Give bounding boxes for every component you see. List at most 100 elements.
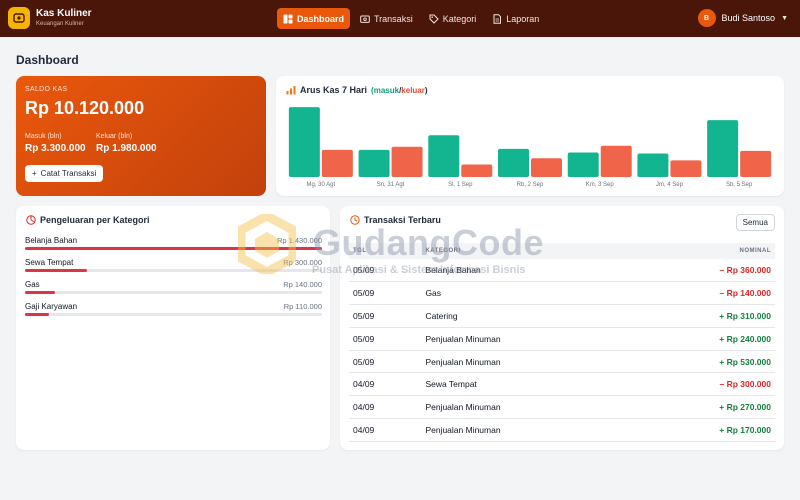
arus-kas-card: Mg, 30 Agt Sn, 31 Agt Sl, 1 Sep Rb, 2 Sep Km… — [276, 76, 784, 196]
bar-masuk-0 — [288, 107, 320, 177]
nav-laporan[interactable]: Laporan — [486, 8, 545, 29]
kategori-bar-fill — [25, 291, 55, 294]
x-tick-label: Sl, 1 Sep — [448, 182, 473, 188]
user-name: Budi Santoso — [721, 13, 776, 23]
kategori-name: Gas — [25, 280, 40, 289]
x-tick-label: Sn, 31 Agt — [377, 182, 405, 188]
transaksi-table: TGL KATEGORI NOMINAL 05/09 Belanja Bahan –… — [349, 243, 775, 442]
bar-keluar-0 — [321, 149, 353, 177]
brand[interactable]: Kas Kuliner Keuangan Kuliner — [8, 7, 92, 29]
transaksi-title: Transaksi Terbaru — [350, 215, 441, 225]
x-tick-label: Jm, 4 Sep — [656, 182, 684, 188]
transaksi-category: Belanja Bahan — [421, 259, 628, 283]
table-row[interactable]: 05/09 Gas – Rp 140.000 — [349, 281, 775, 306]
bar-keluar-6 — [740, 150, 772, 177]
legend-close: ) — [424, 86, 428, 95]
clock-icon — [350, 215, 360, 225]
bar-masuk-4 — [567, 152, 599, 177]
saldo-label: SALDO KAS — [25, 86, 68, 93]
transaksi-amount: – Rp 300.000 — [627, 372, 775, 397]
kategori-bar-track — [25, 313, 322, 316]
transaksi-terbaru-card: Transaksi Terbaru Semua TGL KATEGORI NOM… — [340, 206, 784, 450]
transaksi-amount: + Rp 170.000 — [627, 418, 775, 442]
table-row[interactable]: 05/09 Belanja Bahan – Rp 360.000 — [349, 259, 775, 283]
catat-transaksi-button[interactable]: + Catat Transaksi — [25, 165, 104, 182]
kategori-bar-track — [25, 269, 322, 272]
arus-kas-title-text: Arus Kas 7 Hari — [300, 85, 368, 95]
transaksi-amount: + Rp 530.000 — [627, 350, 775, 374]
legend-keluar: keluar — [401, 86, 425, 95]
main-nav: Dashboard Transaksi Kategori Laporan — [277, 8, 545, 29]
dashboard-icon — [283, 14, 293, 23]
x-tick-label: Sb, 5 Sep — [726, 182, 753, 188]
transaksi-date: 05/09 — [349, 259, 422, 283]
transaksi-title-text: Transaksi Terbaru — [364, 215, 441, 225]
transaksi-amount: – Rp 140.000 — [627, 281, 775, 306]
bar-masuk-5 — [637, 153, 669, 177]
bar-chart-icon — [286, 86, 296, 95]
transaksi-category: Gas — [421, 281, 628, 306]
column-header-kategori: KATEGORI — [421, 243, 628, 259]
bar-keluar-3 — [531, 158, 562, 177]
saldo-card: SALDO KAS Rp 10.120.000 Masuk (bln) Rp 3… — [16, 76, 266, 196]
table-row[interactable]: 04/09 Penjualan Minuman + Rp 270.000 — [349, 395, 775, 420]
transaksi-category: Sewa Tempat — [421, 372, 628, 397]
bar-keluar-1 — [391, 146, 423, 177]
keluar-value: Rp 1.980.000 — [96, 143, 157, 154]
nav-transaksi[interactable]: Transaksi — [354, 8, 419, 29]
kategori-item: Gas Rp 140.000 — [25, 280, 322, 294]
bar-masuk-6 — [707, 120, 739, 177]
transaksi-amount: + Rp 270.000 — [627, 395, 775, 420]
masuk-summary: Masuk (bln) Rp 3.300.000 — [25, 133, 86, 154]
nav-dashboard-label: Dashboard — [297, 13, 345, 24]
app-subtitle: Keuangan Kuliner — [36, 20, 84, 27]
bar-keluar-5 — [670, 160, 702, 177]
table-row[interactable]: 04/09 Penjualan Minuman + Rp 170.000 — [349, 418, 775, 442]
transaksi-date: 05/09 — [349, 327, 422, 351]
transaksi-date: 04/09 — [349, 372, 422, 397]
keluar-summary: Keluar (bln) Rp 1.980.000 — [96, 133, 157, 154]
transaksi-date: 05/09 — [349, 304, 422, 328]
kategori-bar-track — [25, 291, 322, 294]
arus-kas-title: Arus Kas 7 Hari (masuk/keluar) — [286, 85, 428, 95]
x-tick-label: Rb, 2 Sep — [517, 182, 544, 188]
table-row[interactable]: 04/09 Sewa Tempat – Rp 300.000 — [349, 372, 775, 397]
kategori-amount: Rp 140.000 — [283, 280, 322, 289]
table-row[interactable]: 05/09 Penjualan Minuman + Rp 240.000 — [349, 327, 775, 351]
kategori-bar-track — [25, 247, 322, 250]
transaksi-category: Catering — [421, 304, 628, 328]
bar-masuk-1 — [358, 149, 390, 177]
tag-icon — [429, 14, 439, 24]
app-title: Kas Kuliner — [36, 7, 92, 19]
kategori-amount: Rp 110.000 — [283, 302, 322, 311]
user-menu[interactable]: B Budi Santoso ▼ — [697, 9, 788, 27]
transaksi-amount: + Rp 240.000 — [627, 327, 775, 351]
transaksi-amount: – Rp 360.000 — [627, 259, 775, 283]
table-row[interactable]: 05/09 Penjualan Minuman + Rp 530.000 — [349, 350, 775, 374]
transaksi-date: 04/09 — [349, 395, 422, 420]
bar-masuk-2 — [428, 135, 460, 177]
wallet-logo-icon — [8, 7, 30, 29]
column-header-nominal: NOMINAL — [627, 243, 775, 259]
nav-dashboard[interactable]: Dashboard — [277, 8, 351, 29]
transaksi-table-body: 05/09 Belanja Bahan – Rp 360.000 05/09 Gas – … — [349, 259, 775, 442]
nav-kategori-label: Kategori — [442, 13, 477, 24]
x-tick-label: Mg, 30 Agt — [307, 182, 336, 188]
wallet-icon — [360, 15, 370, 23]
kategori-title: Pengeluaran per Kategori — [26, 215, 150, 225]
semua-button[interactable]: Semua — [735, 214, 775, 231]
pengeluaran-kategori-card: Pengeluaran per Kategori Belanja Bahan Rp… — [16, 206, 330, 450]
kategori-list: Belanja Bahan Rp 1.430.000 Sewa Tempat Rp … — [25, 236, 322, 324]
kategori-amount: Rp 300.000 — [283, 258, 322, 267]
pie-chart-icon — [26, 215, 36, 225]
bar-keluar-4 — [600, 145, 632, 177]
transaksi-amount: + Rp 310.000 — [627, 304, 775, 328]
table-row[interactable]: 05/09 Catering + Rp 310.000 — [349, 304, 775, 328]
nav-kategori[interactable]: Kategori — [423, 8, 483, 29]
arus-kas-legend: (masuk/keluar) — [371, 85, 428, 95]
kategori-item: Belanja Bahan Rp 1.430.000 — [25, 236, 322, 250]
nav-laporan-label: Laporan — [506, 13, 540, 24]
bar-keluar-2 — [461, 164, 493, 177]
transaksi-category: Penjualan Minuman — [421, 350, 628, 374]
saldo-value: Rp 10.120.000 — [25, 98, 145, 118]
